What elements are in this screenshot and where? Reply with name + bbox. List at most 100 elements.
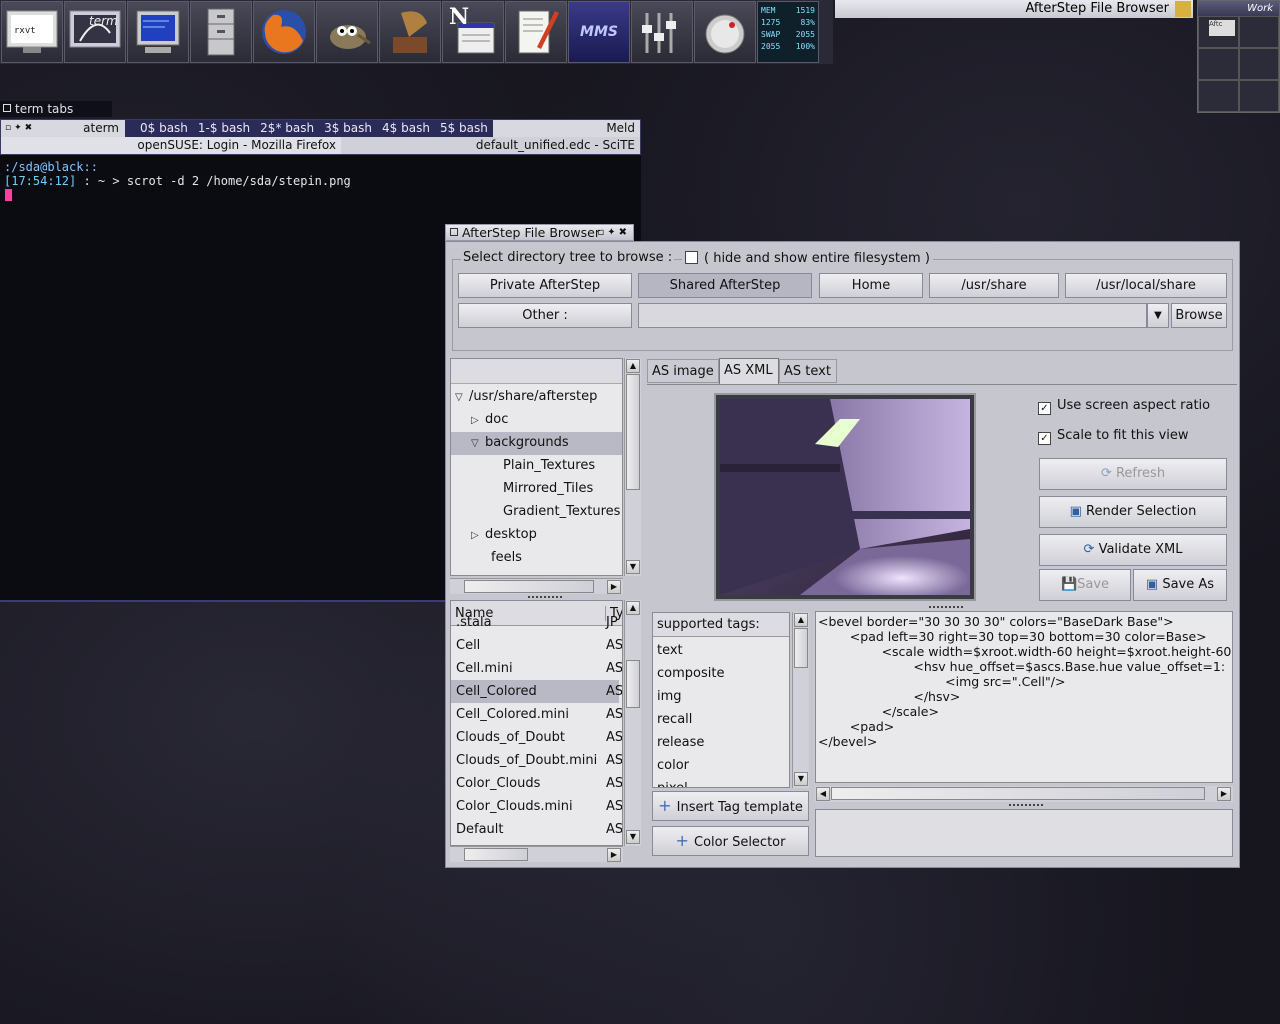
browse-button[interactable]: Browse xyxy=(1171,303,1227,328)
file-row[interactable]: Cell AS xyxy=(451,634,622,657)
monitor-launcher[interactable] xyxy=(127,1,189,63)
file-list[interactable]: Name Ty .stala JP Cell AS Cell.mini AS Cell_Co… xyxy=(450,600,623,846)
tag-item[interactable]: text xyxy=(657,639,683,662)
file-row[interactable]: Clouds_of_Doubt AS xyxy=(451,726,622,749)
scroll-thumb[interactable] xyxy=(626,660,640,708)
file-row[interactable]: Cell_Colored AS xyxy=(451,680,622,703)
tree-item-plain-textures[interactable]: Plain_Textures xyxy=(503,458,595,473)
scroll-down-icon[interactable]: ▼ xyxy=(794,772,808,786)
scroll-up-icon[interactable]: ▲ xyxy=(794,613,808,627)
render-selection-button[interactable]: ▣ Render Selection xyxy=(1039,496,1227,528)
focused-window-title[interactable]: AfterStep File Browser xyxy=(835,0,1193,18)
list-vertical-scrollbar[interactable]: ▲ ▼ xyxy=(624,600,641,846)
tab-as-image[interactable]: AS image xyxy=(647,359,719,383)
tab-bash-3[interactable]: 3$ bash xyxy=(319,120,378,137)
file-row[interactable]: Cell.mini AS xyxy=(451,657,622,680)
tag-item[interactable]: release xyxy=(657,731,704,754)
usr-share-button[interactable]: /usr/share xyxy=(929,273,1059,298)
window-menu-icon[interactable] xyxy=(3,104,11,112)
chevron-right-icon[interactable]: ▷ xyxy=(471,530,485,541)
tab-bash-2[interactable]: 2$* bash xyxy=(255,120,320,137)
tree-item-desktop[interactable]: ▷ desktop xyxy=(471,527,537,542)
home-button[interactable]: Home xyxy=(819,273,923,298)
scroll-thumb[interactable] xyxy=(464,848,528,861)
file-cabinet-launcher[interactable] xyxy=(190,1,252,63)
private-afterstep-button[interactable]: Private AfterStep xyxy=(458,273,632,298)
scroll-thumb[interactable] xyxy=(794,628,808,668)
scroll-thumb[interactable] xyxy=(626,374,640,490)
scroll-down-icon[interactable]: ▼ xyxy=(626,560,640,574)
file-row[interactable]: Cell_Colored.mini AS xyxy=(451,703,622,726)
scroll-right-icon[interactable]: ▶ xyxy=(607,580,621,594)
tab-bash-0[interactable]: 0$ bash xyxy=(135,120,193,137)
tree-horizontal-scrollbar[interactable]: ▶ xyxy=(450,578,623,594)
file-row[interactable]: Clouds_of_Doubt.mini AS xyxy=(451,749,622,772)
scale-checkbox[interactable]: ✓ xyxy=(1038,432,1051,445)
file-row[interactable]: .stala JP xyxy=(451,611,619,634)
pager-cell[interactable]: Aftc xyxy=(1198,16,1239,48)
tag-item[interactable]: recall xyxy=(657,708,692,731)
color-selector-button[interactable]: + Color Selector xyxy=(652,826,809,856)
option-aspect[interactable]: ✓ Use screen aspect ratio xyxy=(1038,398,1210,415)
file-browser-titlebar[interactable]: AfterStep File Browser ▫✦✖ xyxy=(445,224,634,241)
chevron-down-icon[interactable]: ▽ xyxy=(471,438,485,449)
option-scale[interactable]: ✓ Scale to fit this view xyxy=(1038,428,1189,445)
pager-cell[interactable] xyxy=(1238,80,1279,112)
tab-as-xml[interactable]: AS XML xyxy=(719,358,779,384)
window-menu-icon[interactable] xyxy=(450,228,458,236)
netscape-launcher[interactable]: N xyxy=(442,1,504,63)
other-path-input[interactable] xyxy=(638,303,1147,328)
gimp-launcher[interactable] xyxy=(316,1,378,63)
pager-cell[interactable] xyxy=(1198,48,1239,80)
pager-cell[interactable] xyxy=(1238,48,1279,80)
tag-item[interactable]: composite xyxy=(657,662,724,685)
tag-item[interactable]: img xyxy=(657,685,682,708)
tag-item[interactable]: color xyxy=(657,754,689,777)
tree-root[interactable]: ▽/usr/share/afterstep xyxy=(455,389,597,404)
tab-bash-4[interactable]: 4$ bash xyxy=(377,120,435,137)
save-as-button[interactable]: ▣ Save As xyxy=(1133,569,1227,601)
aspect-checkbox[interactable]: ✓ xyxy=(1038,402,1051,415)
hide-filesystem-toggle[interactable]: ( hide and show entire filesystem ) xyxy=(682,251,933,266)
file-row[interactable]: Color_Clouds.mini AS xyxy=(451,795,622,818)
scroll-up-icon[interactable]: ▲ xyxy=(626,359,640,373)
xml-horizontal-scrollbar[interactable]: ◀ ▶ xyxy=(815,786,1233,802)
rxvt-launcher[interactable]: rxvt xyxy=(1,1,63,63)
window-menu-icon[interactable] xyxy=(1175,1,1191,17)
tab-as-text[interactable]: AS text xyxy=(779,359,837,383)
scroll-left-icon[interactable]: ◀ xyxy=(816,787,830,801)
term-tabs-titlebar[interactable]: term tabs ▫✦✖ xyxy=(0,101,112,132)
audio-player-launcher[interactable] xyxy=(379,1,441,63)
scroll-up-icon[interactable]: ▲ xyxy=(626,601,640,615)
aterm-launcher[interactable]: term xyxy=(64,1,126,63)
chevron-down-icon[interactable]: ▽ xyxy=(455,392,469,403)
firefox-launcher[interactable] xyxy=(253,1,315,63)
pager-mini-window[interactable]: Aftc xyxy=(1209,20,1235,36)
xml-editor[interactable]: <bevel border="30 30 30 30" colors="Base… xyxy=(815,611,1233,783)
tree-item-backgrounds[interactable]: ▽ backgrounds xyxy=(471,435,569,450)
shared-afterstep-button[interactable]: Shared AfterStep xyxy=(638,273,812,298)
insert-tag-button[interactable]: + Insert Tag template xyxy=(652,791,809,821)
scroll-down-icon[interactable]: ▼ xyxy=(626,830,640,844)
refresh-button[interactable]: ⟳ Refresh xyxy=(1039,458,1227,490)
directory-tree[interactable]: ▽/usr/share/afterstep ▷ doc ▽ backgrounds … xyxy=(450,358,623,576)
tags-scrollbar[interactable]: ▲ ▼ xyxy=(792,612,809,788)
tab-aterm[interactable]: ▫✦✖ aterm xyxy=(1,120,125,137)
validate-xml-button[interactable]: ⟳ Validate XML xyxy=(1039,534,1227,566)
tab-firefox[interactable]: openSUSE: Login - Mozilla Firefox xyxy=(1,137,341,154)
tree-item-gradient-textures[interactable]: Gradient_Textures xyxy=(503,504,620,519)
tree-item-doc[interactable]: ▷ doc xyxy=(471,412,508,427)
tree-vertical-scrollbar[interactable]: ▲ ▼ xyxy=(624,358,641,576)
desktop-pager[interactable]: Work Aftc xyxy=(1197,0,1280,113)
tree-item-mirrored-tiles[interactable]: Mirrored_Tiles xyxy=(503,481,593,496)
file-row[interactable]: Default AS xyxy=(451,818,622,841)
scroll-right-icon[interactable]: ▶ xyxy=(607,848,621,862)
tab-meld[interactable]: Meld xyxy=(492,120,640,137)
scroll-right-icon[interactable]: ▶ xyxy=(1217,787,1231,801)
tag-item[interactable]: pixel xyxy=(657,777,688,787)
tags-list[interactable]: supported tags: text composite img recall re… xyxy=(652,612,790,788)
file-row[interactable]: Color_Clouds AS xyxy=(451,772,622,795)
mixer-launcher[interactable] xyxy=(631,1,693,63)
pager-cell[interactable] xyxy=(1238,16,1279,48)
tab-buttons-icon[interactable]: ▫✦✖ xyxy=(5,120,35,137)
